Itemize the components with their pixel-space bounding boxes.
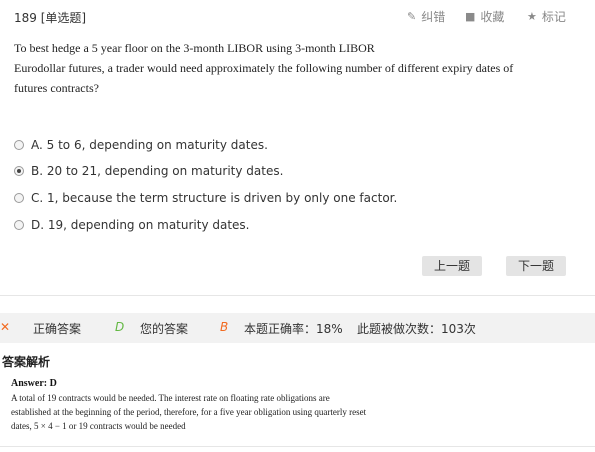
answer-stats-bar: ✕ 正确答案 D 您的答案 B 本题正确率：18% 此题被做次数：103次 — [0, 313, 595, 343]
stem-line: Eurodollar futures, a trader would need … — [14, 61, 514, 75]
question-number: 189 — [14, 11, 37, 25]
analysis-text: A total of 19 contracts would be needed.… — [11, 391, 391, 433]
option-a-radio[interactable] — [14, 140, 24, 150]
accuracy-text: 本题正确率：18% — [244, 322, 343, 336]
option-b[interactable]: B. 20 to 21, depending on maturity dates… — [14, 164, 283, 178]
option-a-label: A. 5 to 6, depending on maturity dates. — [31, 138, 268, 152]
attempts-text: 此题被做次数：103次 — [357, 322, 476, 336]
question-stem: To best hedge a 5 year floor on the 3-mo… — [14, 38, 554, 98]
analysis-line: established at the beginning of the peri… — [11, 407, 367, 417]
correct-answer-label: 正确答案 — [33, 322, 82, 336]
option-d-radio[interactable] — [14, 220, 24, 230]
pencil-icon: ✎ — [407, 10, 417, 23]
option-c[interactable]: C. 1, because the term structure is driv… — [14, 191, 397, 205]
stem-line: futures contracts? — [14, 81, 99, 95]
question-header: 189 [单选题] — [14, 9, 86, 26]
star-icon: ★ — [527, 10, 537, 23]
option-b-label: B. 20 to 21, depending on maturity dates… — [31, 164, 284, 178]
your-answer-value: B — [220, 320, 229, 334]
correct-answer-value: D — [115, 320, 125, 334]
divider — [0, 295, 595, 296]
mark-button[interactable]: ★ 标记 — [527, 8, 566, 25]
answer-label: Answer: D — [11, 378, 57, 389]
option-c-radio[interactable] — [14, 193, 24, 203]
stem-line: To best hedge a 5 year floor on the 3-mo… — [14, 41, 375, 55]
analysis-line: dates, 5 × 4 − 1 or 19 contracts would b… — [11, 421, 186, 431]
wrong-icon: ✕ — [0, 320, 11, 334]
report-error-label: 纠错 — [421, 10, 446, 24]
favorite-label: 收藏 — [480, 10, 505, 24]
divider — [0, 446, 595, 447]
mark-label: 标记 — [541, 10, 566, 24]
analysis-title: 答案解析 — [2, 355, 51, 369]
option-a[interactable]: A. 5 to 6, depending on maturity dates. — [14, 138, 268, 152]
option-d-label: D. 19, depending on maturity dates. — [31, 218, 250, 232]
your-answer-label: 您的答案 — [140, 322, 189, 336]
report-error-button[interactable]: ✎ 纠错 — [407, 8, 445, 25]
option-d[interactable]: D. 19, depending on maturity dates. — [14, 218, 250, 232]
option-b-radio[interactable] — [14, 166, 24, 176]
prev-question-button[interactable]: 上一题 — [422, 256, 482, 276]
analysis-line: A total of 19 contracts would be needed.… — [11, 393, 330, 403]
bookmark-icon: ■ — [465, 10, 476, 23]
favorite-button[interactable]: ■ 收藏 — [465, 8, 504, 25]
next-question-button[interactable]: 下一题 — [506, 256, 566, 276]
option-c-label: C. 1, because the term structure is driv… — [31, 191, 398, 205]
question-type: [单选题] — [40, 11, 87, 25]
